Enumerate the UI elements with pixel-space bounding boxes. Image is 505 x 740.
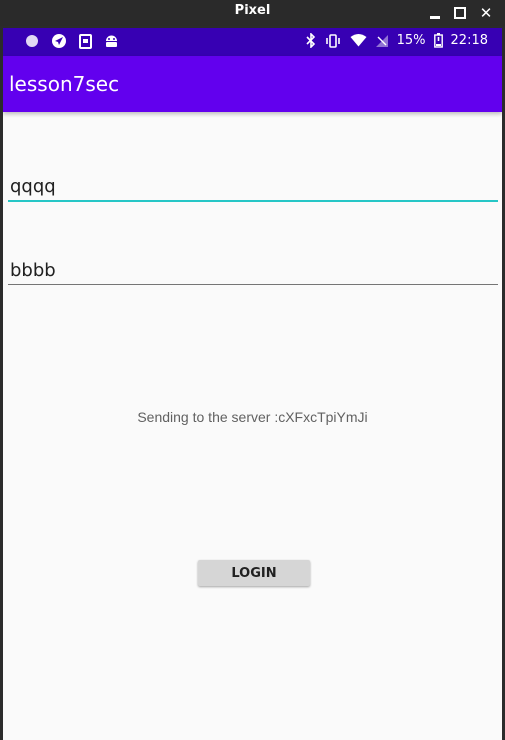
close-button[interactable]: ✕ — [475, 3, 497, 23]
close-icon: ✕ — [479, 4, 493, 22]
minimize-icon — [430, 15, 440, 19]
bluetooth-icon — [306, 33, 316, 48]
app-bar: lesson7sec — [3, 56, 502, 112]
second-input-underline — [8, 284, 498, 285]
sd-card-icon — [79, 33, 92, 49]
second-input[interactable] — [8, 254, 498, 286]
maximize-icon — [454, 7, 466, 19]
device-screen: 15% 22:18 lesson7sec Sending to the serv… — [3, 28, 502, 740]
first-input[interactable] — [8, 170, 498, 202]
maximize-button[interactable] — [449, 3, 471, 23]
text-field-2 — [8, 254, 498, 288]
battery-percent: 15% — [396, 33, 426, 48]
vibrate-icon — [324, 33, 342, 48]
login-button[interactable]: LOGIN — [198, 560, 310, 586]
text-field-1 — [8, 170, 498, 204]
android-icon — [104, 34, 119, 49]
app-title: lesson7sec — [9, 72, 120, 96]
signal-icon — [375, 34, 389, 48]
first-input-underline — [8, 200, 498, 202]
minimize-button[interactable] — [424, 3, 446, 23]
emulator-title-bar: Pixel ✕ — [0, 0, 505, 26]
system-status: 15% 22:18 — [306, 33, 488, 48]
server-message: Sending to the server :cXFxcTpiYmJi — [137, 409, 368, 425]
wifi-icon — [350, 34, 367, 47]
location-icon — [51, 33, 67, 49]
circle-icon — [25, 34, 39, 48]
status-bar: 15% 22:18 — [3, 28, 502, 56]
clock: 22:18 — [450, 33, 488, 48]
battery-icon — [433, 33, 443, 48]
notification-icons — [25, 33, 119, 49]
